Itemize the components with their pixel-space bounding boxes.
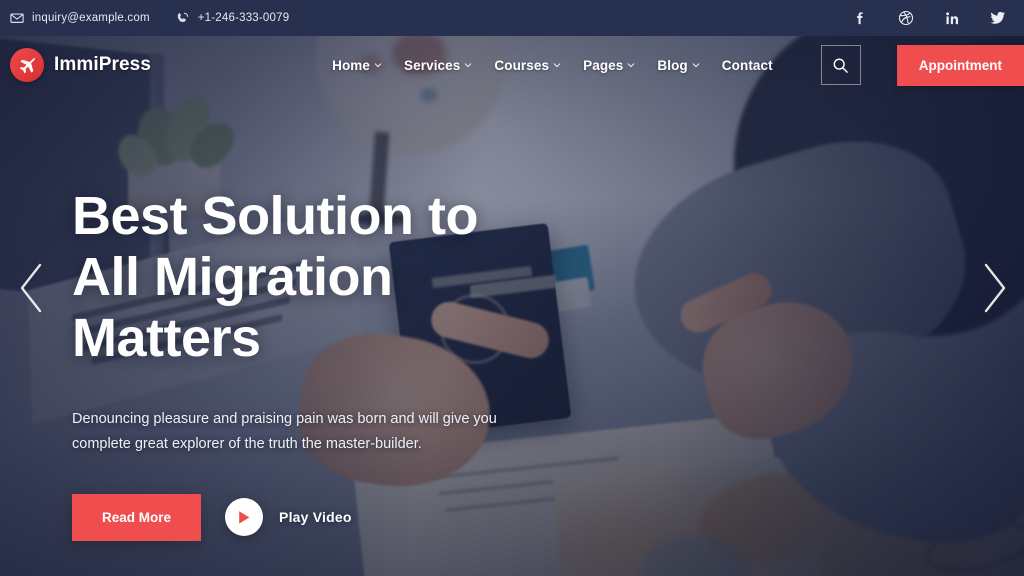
nav-label-courses: Courses (494, 57, 550, 73)
nav-item-courses[interactable]: Courses (494, 58, 561, 73)
nav-item-contact[interactable]: Contact (722, 58, 773, 73)
play-icon (225, 498, 264, 537)
linkedin-icon[interactable] (944, 10, 960, 26)
hero-actions: Read More Play Video (72, 493, 692, 541)
nav-label-contact: Contact (721, 57, 773, 73)
brand-name: ImmiPress (54, 54, 152, 75)
twitter-icon[interactable] (990, 10, 1006, 26)
nav-item-pages[interactable]: Pages (583, 58, 635, 73)
hero-title-line-2: All Migration (72, 247, 393, 308)
social-links (852, 10, 1010, 26)
appointment-button[interactable]: Appointment (896, 44, 1024, 86)
chevron-down-icon (374, 63, 382, 68)
hero-paragraph-line-2: complete great explorer of the truth the… (72, 436, 422, 453)
contact-phone[interactable]: +1-246-333-0079 (176, 11, 290, 25)
nav-label-home: Home (332, 57, 371, 73)
envelope-icon (10, 11, 24, 25)
hero-title-line-1: Best Solution to (72, 186, 478, 246)
brand-logo[interactable]: ImmiPress (10, 48, 151, 82)
contact-email[interactable]: inquiry@example.com (10, 11, 150, 25)
page-root: inquiry@example.com +1-246-333-0079 Immi… (0, 0, 1024, 576)
top-contact-group: inquiry@example.com +1-246-333-0079 (10, 11, 289, 25)
nav-label-services: Services (404, 57, 461, 73)
top-info-bar: inquiry@example.com +1-246-333-0079 (0, 0, 1024, 36)
play-video-button[interactable]: Play Video (225, 498, 352, 537)
chevron-down-icon (465, 63, 472, 68)
read-more-button[interactable]: Read More (72, 493, 202, 541)
search-button[interactable] (820, 45, 861, 85)
nav-item-services[interactable]: Services (404, 58, 472, 73)
nav-label-pages: Pages (583, 57, 624, 73)
nav-item-blog[interactable]: Blog (657, 57, 700, 73)
hero-content: Best Solution to All Migration Matters D… (72, 186, 692, 541)
chevron-down-icon (628, 63, 635, 68)
carousel-prev-button[interactable] (14, 260, 48, 316)
phone-icon (176, 11, 190, 25)
hero-paragraph: Denouncing pleasure and praising pain wa… (72, 407, 542, 458)
dribbble-icon[interactable] (898, 10, 914, 26)
carousel-next-button[interactable] (978, 260, 1012, 316)
search-icon (833, 58, 849, 73)
contact-phone-label: +1-246-333-0079 (197, 12, 290, 24)
contact-email-label: inquiry@example.com (32, 12, 150, 24)
hero-title-line-3: Matters (72, 308, 261, 369)
play-video-label: Play Video (279, 509, 352, 526)
hero-title: Best Solution to All Migration Matters (72, 186, 692, 369)
hero-paragraph-line-1: Denouncing pleasure and praising pain wa… (72, 411, 497, 428)
airplane-icon (10, 48, 44, 82)
facebook-icon[interactable] (852, 10, 868, 26)
site-header: ImmiPress Home Services Courses Pages Bl… (0, 36, 1024, 94)
chevron-right-icon (984, 263, 1006, 313)
nav-label-blog: Blog (657, 57, 688, 73)
nav-item-home[interactable]: Home (332, 58, 382, 73)
chevron-down-icon (553, 63, 561, 68)
main-navigation: Home Services Courses Pages Blog Contact (332, 44, 1024, 86)
chevron-down-icon (692, 63, 700, 68)
chevron-left-icon (20, 263, 42, 313)
